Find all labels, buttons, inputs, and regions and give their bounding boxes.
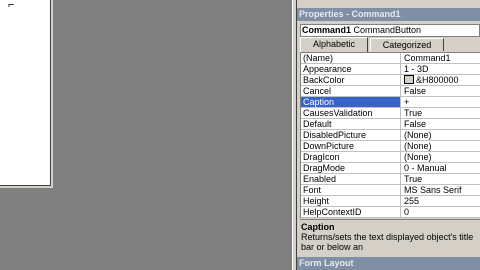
property-value[interactable]: False	[402, 86, 480, 96]
property-row[interactable]: Caption +	[301, 97, 480, 108]
property-row[interactable]: BackColor &H800000	[301, 75, 480, 86]
property-value[interactable]: 1 - 3D	[402, 64, 480, 74]
property-value[interactable]: 0	[402, 207, 480, 217]
property-value[interactable]: &H800000	[402, 75, 480, 85]
property-row[interactable]: Font MS Sans Serif	[301, 185, 480, 196]
property-name[interactable]: Font	[301, 185, 401, 195]
property-value[interactable]: True	[402, 108, 480, 118]
property-description-panel: Caption Returns/sets the text displayed …	[300, 219, 480, 256]
property-value[interactable]: (None)	[402, 152, 480, 162]
property-row[interactable]: Enabled True	[301, 174, 480, 185]
property-value-text: &H800000	[416, 75, 459, 85]
property-value[interactable]: False	[402, 119, 480, 129]
form-corner-icon: ⌐	[8, 0, 15, 11]
property-name[interactable]: Default	[301, 119, 401, 129]
property-row[interactable]: HelpContextID 0	[301, 207, 480, 218]
tab-alphabetic[interactable]: Alphabetic	[300, 37, 368, 52]
object-name: Command1	[302, 25, 352, 35]
description-text: Returns/sets the text displayed object's…	[301, 232, 474, 252]
tab-categorized[interactable]: Categorized	[370, 38, 444, 51]
property-name[interactable]: DownPicture	[301, 141, 401, 151]
property-name[interactable]: DragIcon	[301, 152, 401, 162]
property-grid: (Name) Command1 Appearance 1 - 3D BackColor &…	[300, 52, 480, 218]
property-value[interactable]: (None)	[402, 141, 480, 151]
form-designer-window[interactable]: ⌐	[0, 0, 53, 188]
property-row[interactable]: DragMode 0 - Manual	[301, 163, 480, 174]
property-value[interactable]: (None)	[402, 130, 480, 140]
property-row[interactable]: Cancel False	[301, 86, 480, 97]
property-name[interactable]: HelpContextID	[301, 207, 401, 217]
property-value[interactable]: True	[402, 174, 480, 184]
property-row[interactable]: CausesValidation True	[301, 108, 480, 119]
property-name[interactable]: DragMode	[301, 163, 401, 173]
property-name[interactable]: Height	[301, 196, 401, 206]
property-value[interactable]: Command1	[402, 53, 480, 63]
property-row[interactable]: DownPicture (None)	[301, 141, 480, 152]
property-name[interactable]: DisabledPicture	[301, 130, 401, 140]
property-name[interactable]: Appearance	[301, 64, 401, 74]
property-name[interactable]: CausesValidation	[301, 108, 401, 118]
property-value[interactable]: 255	[402, 196, 480, 206]
property-name[interactable]: Cancel	[301, 86, 401, 96]
property-name[interactable]: Enabled	[301, 174, 401, 184]
properties-title-bar[interactable]: Properties - Command1	[297, 8, 480, 21]
property-value[interactable]: 0 - Manual	[402, 163, 480, 173]
property-row[interactable]: (Name) Command1	[301, 53, 480, 64]
property-row[interactable]: Appearance 1 - 3D	[301, 64, 480, 75]
property-row[interactable]: Height 255	[301, 196, 480, 207]
property-value[interactable]: MS Sans Serif	[402, 185, 480, 195]
property-row[interactable]: DisabledPicture (None)	[301, 130, 480, 141]
property-value[interactable]: +	[402, 97, 480, 107]
property-name[interactable]: (Name)	[301, 53, 401, 63]
object-selector-dropdown[interactable]: Command1 CommandButton	[300, 24, 480, 37]
property-name[interactable]: BackColor	[301, 75, 401, 85]
color-swatch-icon	[404, 75, 414, 84]
property-row[interactable]: Default False	[301, 119, 480, 130]
property-row[interactable]: DragIcon (None)	[301, 152, 480, 163]
property-name[interactable]: Caption	[301, 97, 401, 107]
description-title: Caption	[301, 222, 335, 232]
form-layout-title-bar[interactable]: Form Layout	[297, 257, 480, 270]
object-type: CommandButton	[353, 25, 422, 35]
properties-window: Properties - Command1 Command1 CommandBu…	[297, 0, 480, 270]
